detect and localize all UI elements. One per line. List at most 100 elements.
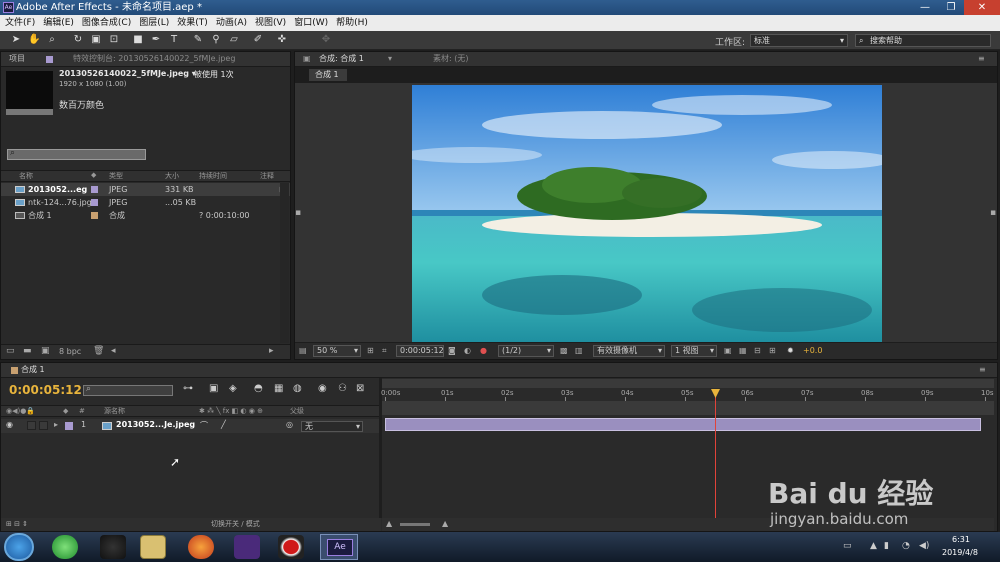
viewer-right-handle[interactable]: ▪: [990, 208, 996, 218]
menu-file[interactable]: 文件(F): [5, 18, 35, 28]
selection-tool-icon[interactable]: ➤: [10, 34, 22, 46]
minimize-button[interactable]: —: [912, 0, 938, 15]
col-name[interactable]: 名称: [19, 171, 33, 181]
zoom-out-icon[interactable]: ▲: [386, 519, 392, 528]
toggle-pixel-aspect-icon[interactable]: ▣: [724, 343, 732, 359]
firefox-icon[interactable]: [188, 535, 214, 559]
zoom-dropdown[interactable]: 50 % ▾: [313, 345, 361, 357]
tab-project[interactable]: 项目: [9, 52, 25, 66]
project-item-row[interactable]: 合成 1 合成 ? 0:00:10:00: [1, 209, 290, 222]
camera-tool-icon[interactable]: ▣: [90, 34, 102, 46]
shy-switch-icon[interactable]: ⌒: [200, 420, 208, 431]
render-queue-icon[interactable]: ⊠: [356, 383, 364, 394]
project-scrollbar[interactable]: [280, 183, 289, 343]
rotate-tool-icon[interactable]: ↻: [72, 34, 84, 46]
show-snapshot-icon[interactable]: ◐: [464, 343, 471, 359]
workspace-dropdown[interactable]: 标准 ▾: [750, 34, 848, 47]
trash-icon[interactable]: 🗑: [93, 346, 104, 356]
pen-tool-icon[interactable]: ✒: [150, 34, 162, 46]
volume-icon[interactable]: ◀): [919, 541, 929, 551]
layer-row[interactable]: ◉ ▸ 1 2013052...Je.jpeg ⌒ ╱ ◎ 无 ▾: [1, 419, 381, 433]
video-editor-icon[interactable]: [234, 535, 260, 559]
panel-menu-icon[interactable]: ≡: [978, 52, 985, 66]
label-color-swatch[interactable]: [91, 186, 98, 193]
viewer-canvas[interactable]: ▪ ▪: [295, 83, 997, 342]
zoom-slider[interactable]: [400, 523, 430, 526]
frame-blending-icon[interactable]: ▦: [274, 383, 283, 394]
chevron-down-icon[interactable]: ▾: [388, 52, 392, 66]
motion-blur-icon[interactable]: ◍: [293, 383, 302, 394]
scroll-right-icon[interactable]: ▸: [269, 346, 274, 356]
current-time-display[interactable]: 0:00:05:12: [9, 383, 82, 397]
pan-behind-tool-icon[interactable]: ⊡: [108, 34, 120, 46]
resolution-dropdown[interactable]: (1/2) ▾: [498, 345, 554, 357]
viewer-timecode-button[interactable]: 0:00:05:12: [396, 345, 444, 357]
tab-timeline-composition[interactable]: 合成 1: [21, 363, 45, 377]
label-tag-icon[interactable]: ◆: [91, 171, 96, 179]
col-size[interactable]: 大小: [165, 171, 179, 181]
flowchart-icon[interactable]: ⊞: [769, 343, 776, 359]
col-duration[interactable]: 持续时间: [199, 171, 227, 181]
panel-menu-icon[interactable]: ≡: [979, 363, 986, 377]
brush-tool-icon[interactable]: ✎: [192, 34, 204, 46]
toggle-switches-modes[interactable]: 切换开关 / 模式: [211, 518, 260, 531]
col-type[interactable]: 类型: [109, 171, 123, 181]
rectangle-tool-icon[interactable]: ■: [132, 34, 144, 46]
views-dropdown[interactable]: 1 视图 ▾: [671, 345, 717, 357]
safe-margins-icon[interactable]: ⊞: [367, 343, 374, 359]
screen-recorder-icon[interactable]: [278, 535, 304, 559]
clock-time[interactable]: 6:31: [952, 535, 970, 544]
menu-layer[interactable]: 图层(L): [139, 18, 169, 28]
new-composition-icon[interactable]: ▣: [41, 346, 50, 356]
parent-dropdown[interactable]: 无 ▾: [301, 421, 363, 432]
lock-icon[interactable]: ▣: [303, 52, 311, 66]
tab-effect-controls[interactable]: 特效控制台: 20130526140022_5fMJe.jpeg: [73, 52, 235, 66]
mini-flowchart-icon[interactable]: ⊶: [183, 383, 193, 394]
draft-3d-icon[interactable]: ◈: [229, 383, 237, 394]
tab-footage[interactable]: 素材: (无): [433, 52, 468, 66]
graph-editor-icon[interactable]: ◉: [318, 383, 327, 394]
playhead-line[interactable]: [715, 390, 716, 518]
comp-button-icon[interactable]: ▣: [209, 383, 218, 394]
menu-effect[interactable]: 效果(T): [177, 18, 208, 28]
tab-composition-1[interactable]: 合成 1: [309, 69, 347, 81]
channel-rgb-icon[interactable]: ●: [480, 343, 487, 359]
camera-dropdown[interactable]: 有效摄像机 ▾: [593, 345, 665, 357]
green-app-icon[interactable]: [52, 535, 78, 559]
file-explorer-icon[interactable]: [140, 535, 166, 559]
brainstorm-icon[interactable]: ⚇: [338, 383, 347, 394]
exposure-icon[interactable]: ✹: [787, 343, 794, 359]
hand-tool-icon[interactable]: ✋: [28, 34, 40, 46]
menu-help[interactable]: 帮助(H): [336, 18, 368, 28]
keyboard-icon[interactable]: ▭: [843, 541, 852, 551]
menu-edit[interactable]: 编辑(E): [43, 18, 74, 28]
network-icon[interactable]: ◔: [902, 541, 910, 551]
scroll-left-icon[interactable]: ◂: [111, 346, 116, 356]
lock-toggle[interactable]: [39, 421, 48, 430]
bpc-button[interactable]: 8 bpc: [59, 347, 81, 356]
close-button[interactable]: ✕: [964, 0, 1000, 15]
snapshot-icon[interactable]: ◙: [448, 343, 456, 359]
selected-file-name[interactable]: 20130526140022_5fMJe.jpeg ▾: [59, 69, 196, 78]
timeline-icon[interactable]: ⊟: [754, 343, 761, 359]
time-ruler[interactable]: 0:00s 01s 02s 03s 04s 05s 06s 07s 08s 09s 10s: [381, 381, 994, 401]
maximize-button[interactable]: ❐: [938, 0, 964, 15]
clone-tool-icon[interactable]: ⚲: [210, 34, 222, 46]
menu-animation[interactable]: 动画(A): [216, 18, 247, 28]
switches-header-icons[interactable]: ✱ ⁂ ╲ fx ◧ ◐ ◉ ⊕: [199, 406, 263, 417]
interpret-footage-icon[interactable]: ▭: [6, 346, 15, 356]
text-tool-icon[interactable]: T: [168, 34, 180, 46]
layer-duration-bar[interactable]: [385, 418, 981, 431]
zoom-tool-icon[interactable]: ⌕: [46, 34, 58, 46]
layer-name[interactable]: 2013052...Je.jpeg: [116, 420, 195, 429]
quality-switch-icon[interactable]: ╱: [221, 420, 226, 429]
menu-window[interactable]: 窗口(W): [294, 18, 328, 28]
region-icon[interactable]: ⌗: [382, 343, 387, 359]
battery-icon[interactable]: ▮: [884, 541, 889, 551]
expand-panes-icon[interactable]: ⊞ ⊟ ⇕: [6, 518, 28, 531]
tab-composition[interactable]: 合成: 合成 1: [319, 52, 364, 66]
work-area-range[interactable]: [382, 401, 994, 415]
menu-view[interactable]: 视图(V): [255, 18, 286, 28]
eraser-tool-icon[interactable]: ▱: [228, 34, 240, 46]
new-folder-icon[interactable]: ▬: [23, 346, 32, 356]
